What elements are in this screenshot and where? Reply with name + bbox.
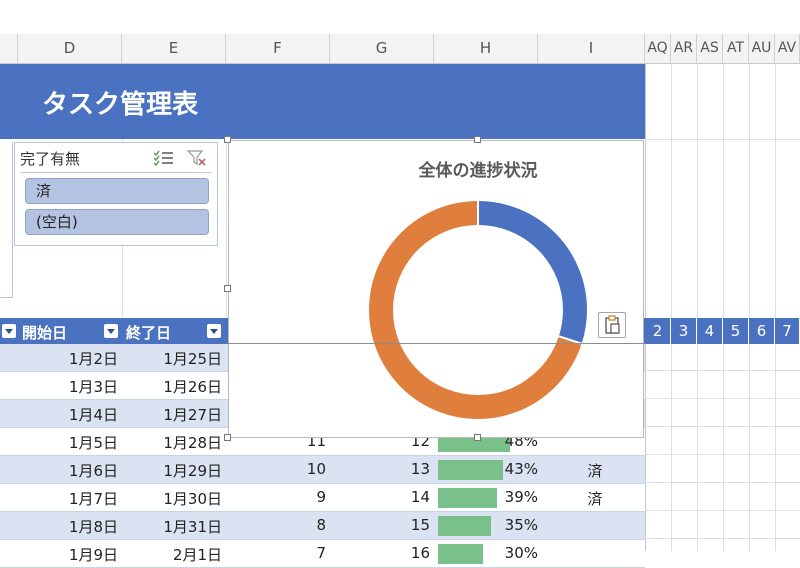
completion-status-cell[interactable]: 済 [560,460,630,481]
slicer-item-blank[interactable]: (空白) [25,209,209,235]
end-date-cell[interactable]: 2月1日 [122,544,222,565]
remaining-days-cell[interactable]: 14 [330,488,430,506]
gridline [645,370,800,371]
start-date-cell[interactable]: 1月2日 [18,348,118,369]
start-date-cell[interactable]: 1月8日 [18,516,118,537]
header-end-date: 終了日 [126,324,172,342]
day-number: 4 [697,318,723,344]
gridline [645,510,800,511]
start-date-cell[interactable]: 1月3日 [18,376,118,397]
start-date-cell[interactable]: 1月9日 [18,544,118,565]
chart-title: 全体の進捗状況 [418,161,538,181]
end-date-cell[interactable]: 1月27日 [122,404,222,425]
column-header-d[interactable]: D [18,34,122,64]
progress-percent-cell[interactable]: 30% [434,544,538,562]
end-date-cell[interactable]: 1月31日 [122,516,222,537]
filter-dropdown-button[interactable] [2,324,16,338]
gridline [697,64,698,551]
column-header-av[interactable]: AV [775,34,800,64]
progress-percent-cell[interactable]: 43% [434,460,538,478]
column-header-f[interactable]: F [226,34,330,64]
completion-status-cell[interactable]: 済 [560,488,630,509]
column-header-au[interactable]: AU [749,34,775,64]
filter-dropdown-button[interactable] [104,324,118,338]
gridline [645,139,800,140]
slicer-completion[interactable]: 完了有無 済 (空白) [14,142,218,246]
day-number: 2 [645,318,671,344]
clear-filter-icon[interactable] [187,149,207,167]
column-header-as[interactable]: AS [697,34,723,64]
gridline [645,482,800,483]
end-date-cell[interactable]: 1月28日 [122,432,222,453]
elapsed-days-cell[interactable]: 8 [226,516,326,534]
remaining-days-cell[interactable]: 16 [330,544,430,562]
resize-handle[interactable] [224,285,231,292]
donut-chart [369,200,587,419]
paste-options-button[interactable] [598,312,626,338]
slicer-item-done[interactable]: 済 [25,178,209,204]
header-start-date: 開始日 [22,324,68,342]
gridline [749,64,750,551]
end-date-cell[interactable]: 1月25日 [122,348,222,369]
filter-dropdown-button[interactable] [207,324,221,338]
sheet-title: タスク管理表 [42,90,199,120]
gridline [645,64,646,551]
progress-percent-cell[interactable]: 39% [434,488,538,506]
day-number: 7 [775,318,800,344]
slicer-title: 完了有無 [20,150,81,168]
remaining-days-cell[interactable]: 15 [330,516,430,534]
column-header-ar[interactable]: AR [671,34,697,64]
multi-select-icon[interactable] [153,149,175,167]
column-header-at[interactable]: AT [723,34,749,64]
end-date-cell[interactable]: 1月30日 [122,488,222,509]
remaining-days-cell[interactable]: 13 [330,460,430,478]
formula-bar-area [0,0,800,35]
resize-handle[interactable] [224,434,231,441]
slicer-partial[interactable] [0,142,13,298]
gridline [226,139,227,319]
slicer-divider [20,172,212,173]
row-border-overlay [228,343,645,344]
gridline [645,398,800,399]
column-header-g[interactable]: G [330,34,434,64]
gridline [671,64,672,551]
start-date-cell[interactable]: 1月4日 [18,404,118,425]
gridline [723,64,724,551]
column-header-e[interactable]: E [122,34,226,64]
elapsed-days-cell[interactable]: 10 [226,460,326,478]
day-number: 6 [749,318,775,344]
elapsed-days-cell[interactable]: 9 [226,488,326,506]
clipboard-icon [605,315,620,334]
day-number: 5 [723,318,749,344]
start-date-cell[interactable]: 1月6日 [18,460,118,481]
start-date-cell[interactable]: 1月5日 [18,432,118,453]
column-header-h[interactable]: H [434,34,538,64]
resize-handle[interactable] [224,136,231,143]
resize-handle[interactable] [474,136,481,143]
gridline [645,538,800,539]
start-date-cell[interactable]: 1月7日 [18,488,118,509]
day-number: 3 [671,318,697,344]
gridline [775,64,776,551]
column-header-aq[interactable]: AQ [645,34,671,64]
column-header-i[interactable]: I [538,34,645,64]
progress-percent-cell[interactable]: 35% [434,516,538,534]
gridline [645,426,800,427]
column-header-c[interactable] [0,34,18,64]
end-date-cell[interactable]: 1月29日 [122,460,222,481]
end-date-cell[interactable]: 1月26日 [122,376,222,397]
elapsed-days-cell[interactable]: 7 [226,544,326,562]
gridline [645,454,800,455]
